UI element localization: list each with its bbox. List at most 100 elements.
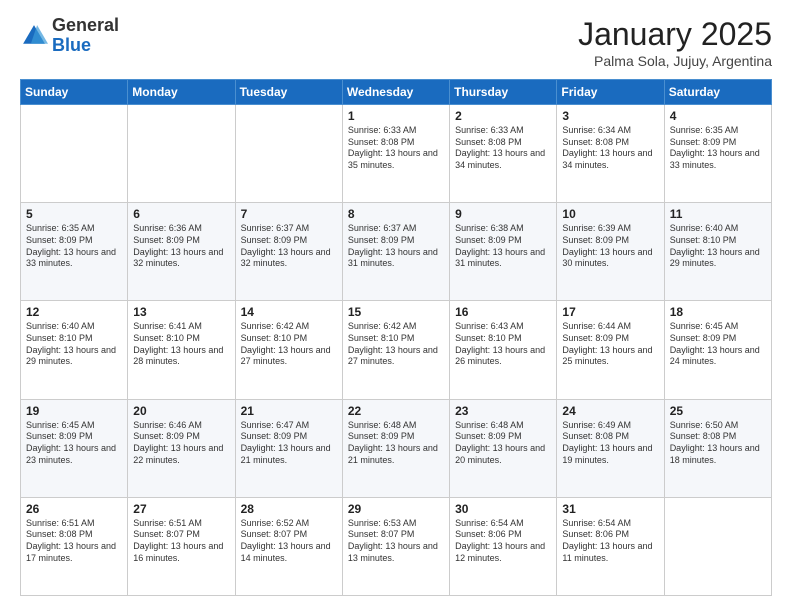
day-cell: 11Sunrise: 6:40 AM Sunset: 8:10 PM Dayli… [664,203,771,301]
col-header-monday: Monday [128,80,235,105]
day-info: Sunrise: 6:37 AM Sunset: 8:09 PM Dayligh… [348,223,444,270]
day-number: 31 [562,502,658,516]
day-number: 20 [133,404,229,418]
day-info: Sunrise: 6:33 AM Sunset: 8:08 PM Dayligh… [455,125,551,172]
day-info: Sunrise: 6:48 AM Sunset: 8:09 PM Dayligh… [455,420,551,467]
day-info: Sunrise: 6:34 AM Sunset: 8:08 PM Dayligh… [562,125,658,172]
day-cell [235,105,342,203]
day-number: 10 [562,207,658,221]
day-cell: 15 Sunrise: 6:42 AM Sunset: 8:10 PM Dayli… [342,301,449,399]
col-header-wednesday: Wednesday [342,80,449,105]
day-cell: 23 Sunrise: 6:48 AM Sunset: 8:09 PM Dayli… [450,399,557,497]
day-cell: 4Sunrise: 6:35 AM Sunset: 8:09 PM Daylig… [664,105,771,203]
day-number: 27 [133,502,229,516]
day-number: 1 [348,109,444,123]
day-number: 5 [26,207,122,221]
day-info: Sunrise: 6:48 AM Sunset: 8:09 PM Dayligh… [348,420,444,467]
day-number: 19 [26,404,122,418]
day-number: 26 [26,502,122,516]
logo-text: General Blue [52,16,119,56]
week-row-2: 12 Sunrise: 6:40 AM Sunset: 8:10 PM Dayli… [21,301,772,399]
day-cell: 27 Sunrise: 6:51 AM Sunset: 8:07 PM Dayli… [128,497,235,595]
day-number: 12 [26,305,122,319]
calendar-header-row: SundayMondayTuesdayWednesdayThursdayFrid… [21,80,772,105]
day-cell: 13Sunrise: 6:41 AM Sunset: 8:10 PM Dayli… [128,301,235,399]
day-cell: 22 Sunrise: 6:48 AM Sunset: 8:09 PM Dayli… [342,399,449,497]
day-cell: 20Sunrise: 6:46 AM Sunset: 8:09 PM Dayli… [128,399,235,497]
day-number: 30 [455,502,551,516]
logo-general: General [52,16,119,36]
day-cell: 29Sunrise: 6:53 AM Sunset: 8:07 PM Dayli… [342,497,449,595]
day-cell: 8 Sunrise: 6:37 AM Sunset: 8:09 PM Daylig… [342,203,449,301]
week-row-0: 1 Sunrise: 6:33 AM Sunset: 8:08 PM Daylig… [21,105,772,203]
day-cell: 25 Sunrise: 6:50 AM Sunset: 8:08 PM Dayli… [664,399,771,497]
day-info: Sunrise: 6:45 AM Sunset: 8:09 PM Dayligh… [26,420,122,467]
day-info: Sunrise: 6:41 AM Sunset: 8:10 PM Dayligh… [133,321,229,368]
day-cell [128,105,235,203]
day-cell: 17Sunrise: 6:44 AM Sunset: 8:09 PM Dayli… [557,301,664,399]
day-number: 14 [241,305,337,319]
day-cell: 9 Sunrise: 6:38 AM Sunset: 8:09 PM Daylig… [450,203,557,301]
page: General Blue January 2025 Palma Sola, Ju… [0,0,792,612]
day-number: 16 [455,305,551,319]
day-info: Sunrise: 6:37 AM Sunset: 8:09 PM Dayligh… [241,223,337,270]
month-title: January 2025 [578,16,772,53]
day-cell: 2 Sunrise: 6:33 AM Sunset: 8:08 PM Daylig… [450,105,557,203]
day-info: Sunrise: 6:40 AM Sunset: 8:10 PM Dayligh… [670,223,766,270]
day-number: 15 [348,305,444,319]
day-cell: 14 Sunrise: 6:42 AM Sunset: 8:10 PM Dayli… [235,301,342,399]
day-number: 23 [455,404,551,418]
day-cell: 19 Sunrise: 6:45 AM Sunset: 8:09 PM Dayli… [21,399,128,497]
day-info: Sunrise: 6:51 AM Sunset: 8:08 PM Dayligh… [26,518,122,565]
logo: General Blue [20,16,119,56]
day-cell: 16 Sunrise: 6:43 AM Sunset: 8:10 PM Dayli… [450,301,557,399]
col-header-saturday: Saturday [664,80,771,105]
day-number: 25 [670,404,766,418]
day-info: Sunrise: 6:42 AM Sunset: 8:10 PM Dayligh… [348,321,444,368]
day-cell: 1Sunrise: 6:33 AM Sunset: 8:08 PM Daylig… [342,105,449,203]
day-cell: 6Sunrise: 6:36 AM Sunset: 8:09 PM Daylig… [128,203,235,301]
day-info: Sunrise: 6:44 AM Sunset: 8:09 PM Dayligh… [562,321,658,368]
day-info: Sunrise: 6:36 AM Sunset: 8:09 PM Dayligh… [133,223,229,270]
day-cell: 12 Sunrise: 6:40 AM Sunset: 8:10 PM Dayli… [21,301,128,399]
day-cell: 24 Sunrise: 6:49 AM Sunset: 8:08 PM Dayli… [557,399,664,497]
day-cell [664,497,771,595]
day-info: Sunrise: 6:54 AM Sunset: 8:06 PM Dayligh… [562,518,658,565]
day-info: Sunrise: 6:40 AM Sunset: 8:10 PM Dayligh… [26,321,122,368]
location: Palma Sola, Jujuy, Argentina [578,53,772,69]
day-number: 21 [241,404,337,418]
day-number: 29 [348,502,444,516]
header: General Blue January 2025 Palma Sola, Ju… [20,16,772,69]
week-row-3: 19 Sunrise: 6:45 AM Sunset: 8:09 PM Dayli… [21,399,772,497]
day-number: 22 [348,404,444,418]
day-info: Sunrise: 6:45 AM Sunset: 8:09 PM Dayligh… [670,321,766,368]
day-info: Sunrise: 6:42 AM Sunset: 8:10 PM Dayligh… [241,321,337,368]
day-cell: 7 Sunrise: 6:37 AM Sunset: 8:09 PM Daylig… [235,203,342,301]
day-cell: 26 Sunrise: 6:51 AM Sunset: 8:08 PM Dayli… [21,497,128,595]
day-number: 8 [348,207,444,221]
day-cell: 31 Sunrise: 6:54 AM Sunset: 8:06 PM Dayli… [557,497,664,595]
day-info: Sunrise: 6:51 AM Sunset: 8:07 PM Dayligh… [133,518,229,565]
day-info: Sunrise: 6:49 AM Sunset: 8:08 PM Dayligh… [562,420,658,467]
day-number: 3 [562,109,658,123]
day-number: 24 [562,404,658,418]
day-info: Sunrise: 6:50 AM Sunset: 8:08 PM Dayligh… [670,420,766,467]
day-cell: 3 Sunrise: 6:34 AM Sunset: 8:08 PM Daylig… [557,105,664,203]
day-info: Sunrise: 6:38 AM Sunset: 8:09 PM Dayligh… [455,223,551,270]
title-block: January 2025 Palma Sola, Jujuy, Argentin… [578,16,772,69]
day-info: Sunrise: 6:35 AM Sunset: 8:09 PM Dayligh… [26,223,122,270]
day-number: 7 [241,207,337,221]
day-info: Sunrise: 6:54 AM Sunset: 8:06 PM Dayligh… [455,518,551,565]
day-info: Sunrise: 6:39 AM Sunset: 8:09 PM Dayligh… [562,223,658,270]
day-cell: 18Sunrise: 6:45 AM Sunset: 8:09 PM Dayli… [664,301,771,399]
week-row-4: 26 Sunrise: 6:51 AM Sunset: 8:08 PM Dayli… [21,497,772,595]
day-cell: 30 Sunrise: 6:54 AM Sunset: 8:06 PM Dayli… [450,497,557,595]
day-cell: 10 Sunrise: 6:39 AM Sunset: 8:09 PM Dayli… [557,203,664,301]
week-row-1: 5 Sunrise: 6:35 AM Sunset: 8:09 PM Daylig… [21,203,772,301]
day-info: Sunrise: 6:47 AM Sunset: 8:09 PM Dayligh… [241,420,337,467]
day-info: Sunrise: 6:43 AM Sunset: 8:10 PM Dayligh… [455,321,551,368]
day-number: 2 [455,109,551,123]
day-number: 4 [670,109,766,123]
logo-icon [20,22,48,50]
day-number: 9 [455,207,551,221]
